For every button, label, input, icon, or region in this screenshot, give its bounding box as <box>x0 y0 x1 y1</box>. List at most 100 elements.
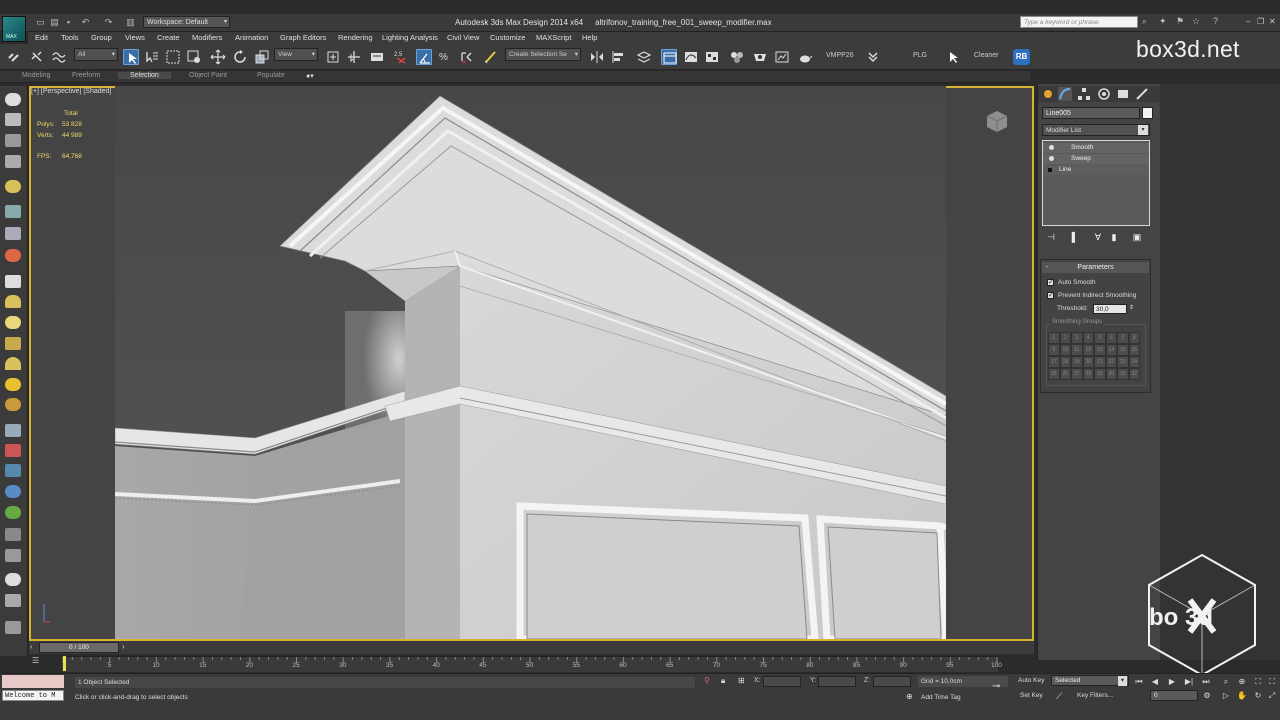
smoothing-group-button[interactable]: 10 <box>1059 344 1071 356</box>
edit-named-selection-icon[interactable] <box>483 49 499 65</box>
menu-edit[interactable]: Edit <box>35 33 48 42</box>
sphere-white-icon[interactable] <box>5 573 21 586</box>
help-icon[interactable]: ? <box>1213 16 1218 26</box>
smoothing-group-button[interactable]: 9 <box>1048 344 1060 356</box>
menu-customize[interactable]: Customize <box>490 33 525 42</box>
percent-snap-icon[interactable]: % <box>437 49 453 65</box>
smoothing-group-button[interactable]: 8 <box>1128 332 1140 344</box>
smoothing-group-button[interactable]: 1 <box>1048 332 1060 344</box>
mirror-icon[interactable] <box>589 49 605 65</box>
smoothing-group-button[interactable]: 4 <box>1082 332 1094 344</box>
stack-item-line[interactable]: Line <box>1043 165 1149 175</box>
smoothing-group-button[interactable]: 32 <box>1128 368 1140 380</box>
globe-icon[interactable] <box>5 485 21 498</box>
threshold-input[interactable]: 30,0 <box>1093 304 1127 314</box>
smoothing-group-button[interactable]: 17 <box>1048 356 1060 368</box>
rectangular-selection-icon[interactable] <box>165 49 181 65</box>
rotate-icon[interactable] <box>232 49 248 65</box>
hf-icon[interactable] <box>5 528 21 541</box>
smoothing-group-button[interactable]: 29 <box>1094 368 1106 380</box>
prev-frame-icon[interactable]: ‹ <box>30 642 33 651</box>
play-icon[interactable]: ▶ <box>1166 676 1178 688</box>
menu-modifiers[interactable]: Modifiers <box>192 33 222 42</box>
threshold-spinner[interactable]: ⇕ <box>1129 304 1134 311</box>
smoothing-group-button[interactable]: 2 <box>1059 332 1071 344</box>
field-of-view-icon[interactable]: ▷ <box>1220 690 1232 702</box>
loop-icon[interactable] <box>5 227 21 240</box>
smoothing-group-button[interactable]: 27 <box>1071 368 1083 380</box>
add-time-tag[interactable]: Add Time Tag <box>921 694 961 701</box>
menu-animation[interactable]: Animation <box>235 33 268 42</box>
light-bulb-icon[interactable] <box>1049 156 1054 161</box>
orbit-icon[interactable]: ↻ <box>1252 690 1264 702</box>
modify-tab-icon[interactable] <box>1058 87 1072 101</box>
tab-object-paint[interactable]: Object Paint <box>189 72 227 79</box>
smoothing-group-button[interactable]: 19 <box>1071 356 1083 368</box>
align-icon[interactable] <box>610 49 626 65</box>
schematic-view-icon[interactable] <box>704 49 720 65</box>
cleaner-button[interactable]: Cleaner <box>974 52 999 59</box>
y-coordinate-field[interactable] <box>818 676 856 687</box>
rendered-frame-icon[interactable] <box>774 49 790 65</box>
next-frame-icon[interactable]: › <box>122 642 125 651</box>
select-by-name-icon[interactable] <box>144 49 160 65</box>
reference-coordinate-dropdown[interactable]: View ▾ <box>274 48 318 61</box>
tab-selection[interactable]: Selection <box>118 72 171 79</box>
tools-icon[interactable]: ✦ <box>1159 16 1167 27</box>
zoom-all-icon[interactable]: ⊕ <box>1236 676 1248 688</box>
window-crossing-icon[interactable] <box>186 49 202 65</box>
project-folder-icon[interactable]: ▥ <box>125 17 136 28</box>
light-bulb-icon[interactable] <box>1049 145 1054 150</box>
menu-views[interactable]: Views <box>125 33 145 42</box>
pivot-center-icon[interactable] <box>325 49 341 65</box>
layer-manager-icon[interactable] <box>636 49 652 65</box>
smoothing-group-button[interactable]: 15 <box>1117 344 1129 356</box>
zoom-extents-icon[interactable]: ⛶ <box>1252 676 1264 688</box>
menu-help[interactable]: Help <box>582 33 597 42</box>
tab-populate[interactable]: Populate <box>257 72 285 79</box>
smoothing-group-button[interactable]: 22 <box>1105 356 1117 368</box>
rb-button[interactable]: RB <box>1013 49 1030 65</box>
menu-maxscript[interactable]: MAXScript <box>536 33 571 42</box>
time-slider[interactable]: 0 / 100 <box>39 642 119 653</box>
grid-tool-icon[interactable] <box>5 134 21 147</box>
smoothing-group-button[interactable]: 21 <box>1094 356 1106 368</box>
smoothing-group-button[interactable]: 18 <box>1059 356 1071 368</box>
lock-selection-icon[interactable]: 🔒︎ <box>721 676 725 686</box>
auto-smooth-checkbox[interactable] <box>1047 278 1054 286</box>
viewcube-icon[interactable] <box>984 108 1010 134</box>
maxscript-mini-listener[interactable]: Welcome to M <box>2 690 64 701</box>
favorites-star-icon[interactable]: ☆ <box>1192 16 1200 27</box>
stack-item-sweep[interactable]: Sweep <box>1043 154 1149 164</box>
modifier-list-dropdown[interactable]: Modifier List ▾ <box>1042 124 1150 136</box>
viewport-label[interactable]: [+] [Perspective] [Shaded] <box>31 88 111 95</box>
object-color-swatch[interactable] <box>1142 107 1153 119</box>
current-frame-field[interactable]: 0 <box>1150 690 1198 701</box>
geosphere-icon[interactable] <box>5 398 21 411</box>
smoothing-group-button[interactable]: 20 <box>1082 356 1094 368</box>
move-icon[interactable] <box>210 49 226 65</box>
sun-light-icon[interactable] <box>5 378 21 391</box>
new-file-icon[interactable]: ▭ <box>35 17 46 28</box>
key-selection-set-dropdown[interactable]: Selected ▾ <box>1051 675 1129 686</box>
make-unique-icon[interactable]: ∀ <box>1092 231 1104 243</box>
pin-stack-icon[interactable]: ⊣ <box>1045 231 1057 243</box>
x-coordinate-field[interactable] <box>763 676 801 687</box>
time-cursor[interactable] <box>63 656 66 671</box>
redo-icon[interactable]: ↷ <box>103 17 114 28</box>
render-teapot-icon[interactable] <box>797 49 813 65</box>
save-file-icon[interactable]: ▪ <box>63 17 74 28</box>
smoothing-group-button[interactable]: 31 <box>1117 368 1129 380</box>
menu-lighting-analysis[interactable]: Lighting Analysis <box>382 33 438 42</box>
bevel-icon[interactable] <box>5 444 21 457</box>
workspace-dropdown[interactable]: Workspace: Default ▾ <box>143 16 230 28</box>
show-end-result-icon[interactable]: ▌ <box>1069 231 1081 243</box>
material-editor-icon[interactable] <box>729 49 745 65</box>
stack-item-smooth[interactable]: Smooth <box>1043 143 1149 153</box>
smoothing-group-button[interactable]: 5 <box>1094 332 1106 344</box>
previous-frame-icon[interactable]: ◀ <box>1149 676 1161 688</box>
remove-modifier-icon[interactable]: ▮ <box>1108 231 1120 243</box>
time-tag-icon[interactable]: ⊕ <box>906 692 913 701</box>
tab-freeform[interactable]: Freeform <box>72 72 100 79</box>
menu-graph-editors[interactable]: Graph Editors <box>280 33 326 42</box>
